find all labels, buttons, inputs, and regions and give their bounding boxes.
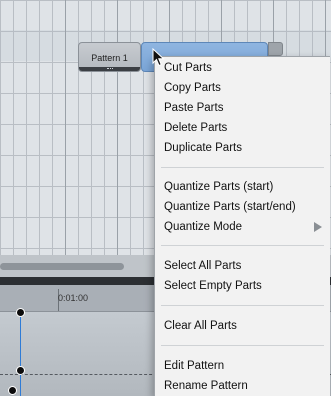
menu-item-cut-parts[interactable]: Cut Parts [164,58,324,78]
menu-separator [161,305,324,306]
menu-item-copy-parts[interactable]: Copy Parts [164,78,324,98]
menu-separator [161,167,324,168]
menu-item-quantize-start[interactable]: Quantize Parts (start) [164,177,324,197]
menu-item-label: Clear All Parts [164,320,237,332]
menu-item-label: Duplicate Parts [164,142,242,154]
triangle-right-icon [314,222,322,232]
menu-item-select-empty-parts[interactable]: Select Empty Parts [164,276,324,296]
menu-item-edit-pattern[interactable]: Edit Pattern [164,356,324,376]
menu-item-label: Quantize Parts (start/end) [164,201,296,213]
part-end-handle[interactable] [268,42,283,56]
menu-item-label: Edit Pattern [164,360,225,372]
menu-item-label: Delete Parts [164,122,228,134]
bar-line [65,0,66,255]
pattern-part[interactable]: Pattern 1 [78,42,141,72]
menu-separator [161,345,324,346]
resize-grip-icon[interactable] [107,68,113,71]
menu-separator [161,245,324,246]
menu-item-duplicate-parts[interactable]: Duplicate Parts [164,138,324,158]
app-window: Pattern 1 0:01:00 Cut Parts Copy Parts P… [0,0,331,396]
menu-item-label: Copy Parts [164,82,221,94]
menu-item-delete-parts[interactable]: Delete Parts [164,118,324,138]
bar-line [117,0,118,255]
menu-item-label: Rename Pattern [164,380,248,392]
playhead-line[interactable] [20,309,21,396]
menu-item-label: Select Empty Parts [164,280,262,292]
menu-item-quantize-mode[interactable]: Quantize Mode [164,217,324,237]
menu-item-quantize-start-end[interactable]: Quantize Parts (start/end) [164,197,324,217]
menu-item-paste-parts[interactable]: Paste Parts [164,98,324,118]
menu-item-label: Cut Parts [164,62,212,74]
menu-item-rename-pattern[interactable]: Rename Pattern [164,376,324,396]
menu-item-label: Select All Parts [164,260,242,272]
context-menu: Cut Parts Copy Parts Paste Parts Delete … [154,56,330,396]
menu-item-label: Quantize Mode [164,221,242,233]
part-label: Pattern 1 [91,53,128,63]
automation-point[interactable] [16,366,25,375]
scrollbar-thumb[interactable] [0,263,124,270]
ruler-time-label: 0:01:00 [58,293,89,303]
automation-point[interactable] [16,308,25,317]
automation-point[interactable] [8,386,17,395]
arrow-pointer-icon [152,48,165,67]
menu-item-label: Paste Parts [164,102,224,114]
menu-item-select-all-parts[interactable]: Select All Parts [164,256,324,276]
menu-item-clear-all-parts[interactable]: Clear All Parts [164,316,324,336]
menu-item-label: Quantize Parts (start) [164,181,274,193]
